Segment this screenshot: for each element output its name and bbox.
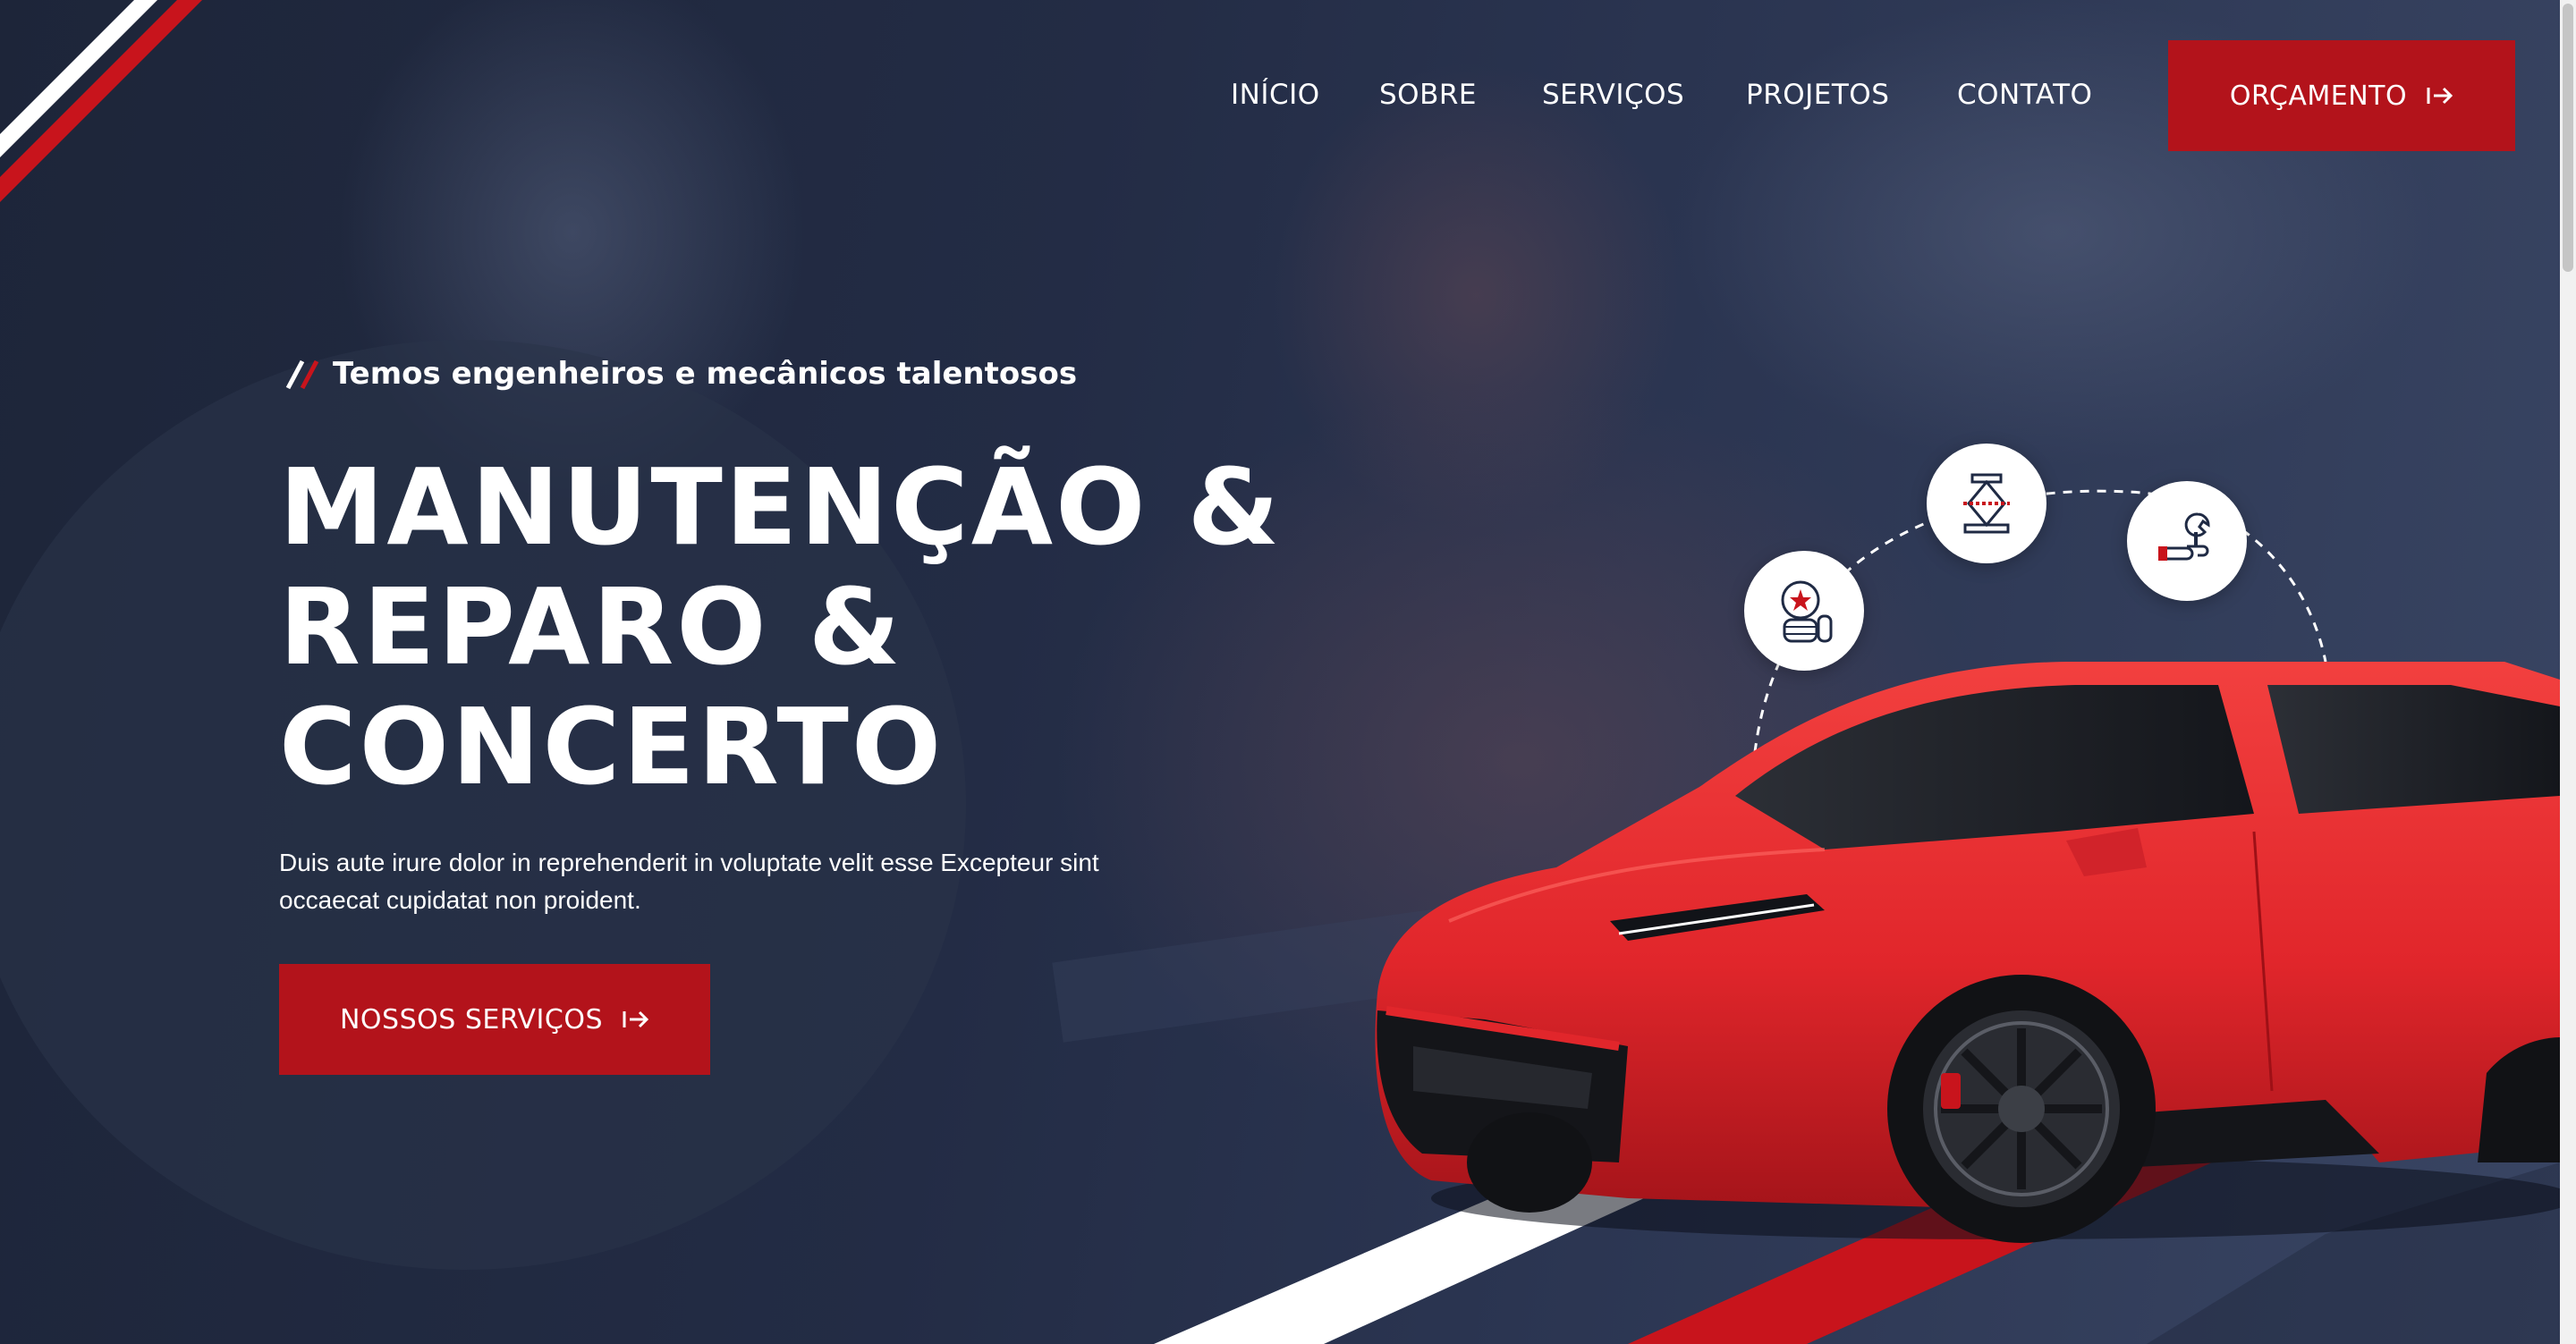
service-circle-wrench[interactable] <box>2127 481 2247 601</box>
service-circle-jack[interactable] <box>1927 444 2046 563</box>
scrollbar-thumb[interactable] <box>2563 4 2573 272</box>
red-suv-image <box>1375 662 2560 1243</box>
hero-section: INÍCIO SOBRE SERVIÇOS PROJETOS CONTATO O… <box>0 0 2560 1344</box>
car-jack-icon <box>1963 473 2010 534</box>
scrollbar[interactable] <box>2560 0 2576 1344</box>
wrench-hand-icon <box>2158 512 2210 561</box>
